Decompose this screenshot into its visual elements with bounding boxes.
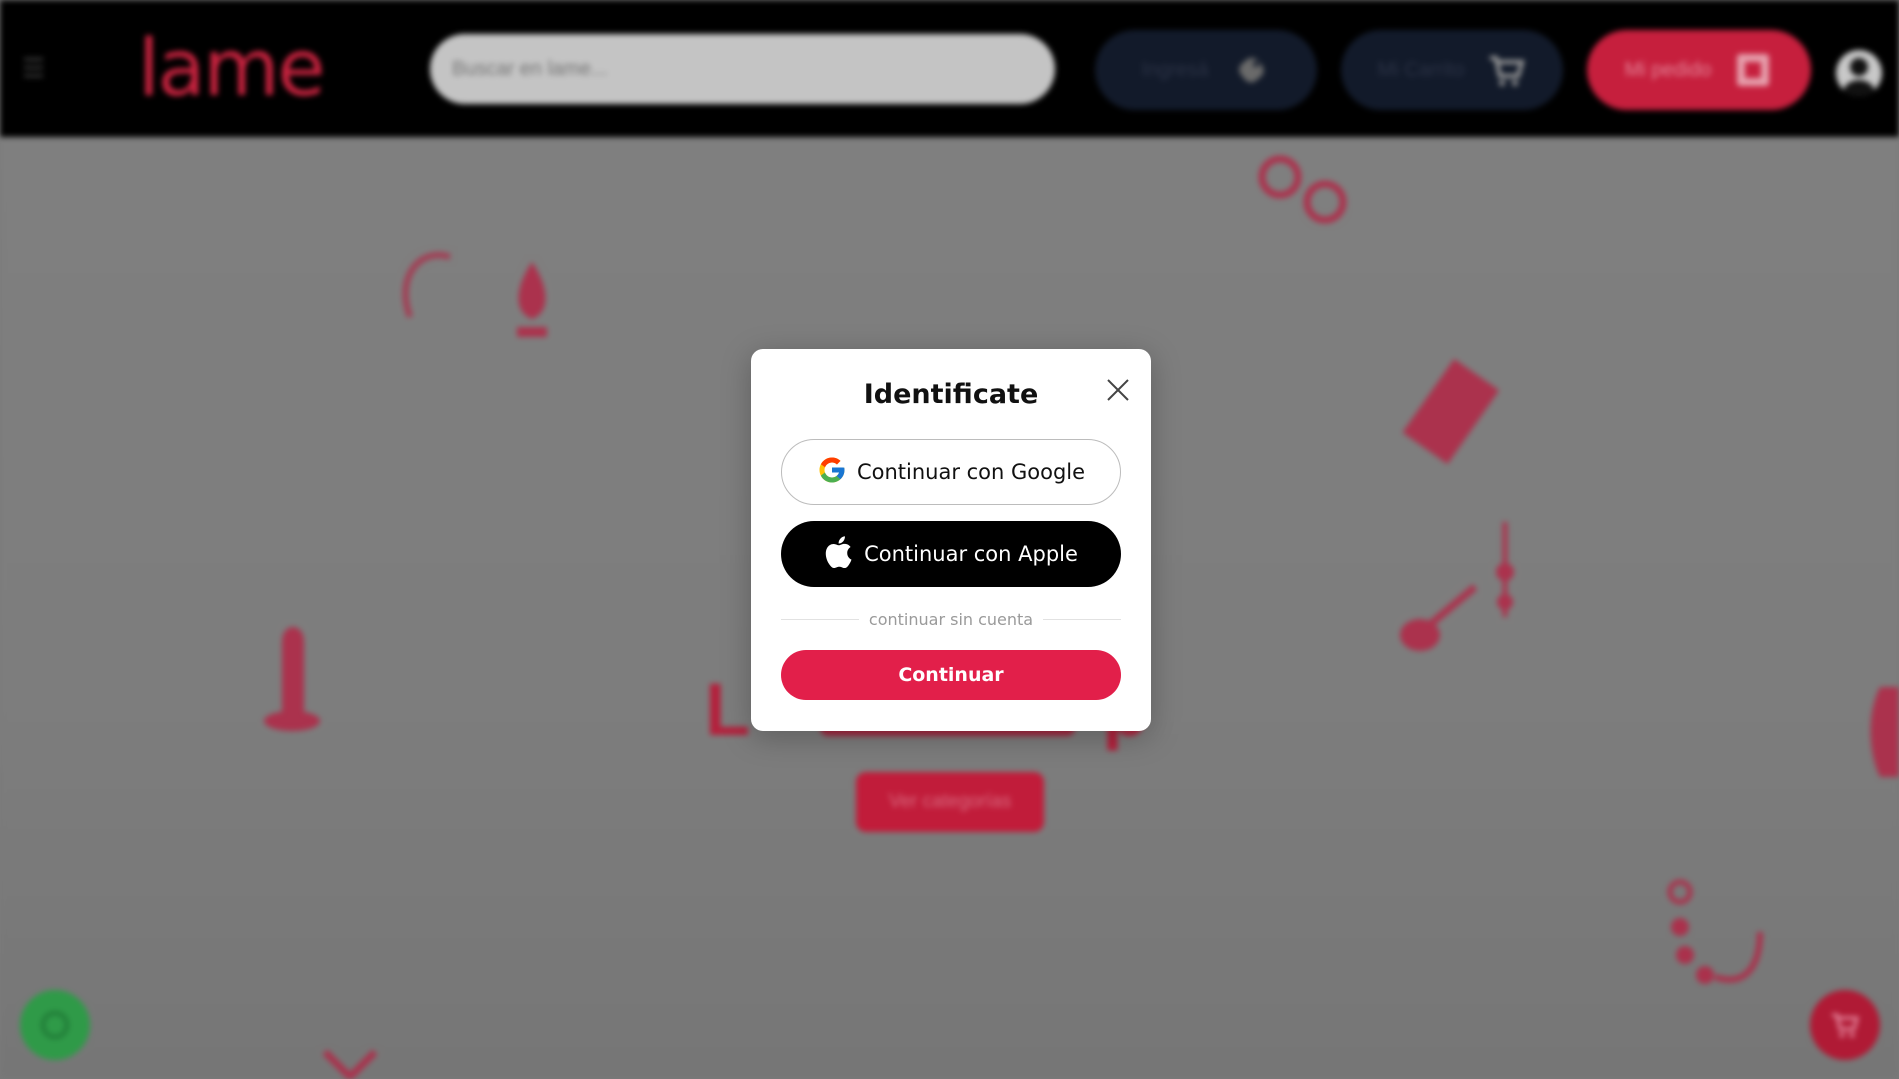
dildo-decoration-icon (264, 627, 320, 731)
plug-decoration-icon (517, 262, 547, 337)
continue-button[interactable]: Continuar (781, 650, 1121, 700)
login-button-label: Ingresá (1141, 58, 1209, 81)
close-icon[interactable] (1103, 375, 1133, 405)
google-icon (817, 455, 847, 490)
apple-login-label: Continuar con Apple (864, 542, 1078, 566)
top-navigation-bar: ☰ lame Ingresá Mi Carrito Mi pedido (0, 0, 1899, 137)
anal-beads-decoration-icon (1667, 879, 1763, 984)
card-decoration-icon (1402, 358, 1500, 465)
login-button[interactable]: Ingresá (1095, 30, 1317, 110)
guest-divider: continuar sin cuenta (781, 609, 1122, 629)
whip-decoration-icon (402, 252, 451, 319)
cart-button[interactable]: Mi Carrito (1341, 30, 1563, 110)
search-input[interactable] (430, 34, 1055, 104)
tag-icon (1230, 50, 1270, 90)
google-login-button[interactable]: Continuar con Google (781, 439, 1121, 505)
beads-decoration-icon (1400, 522, 1514, 651)
brand-logo[interactable]: lame (138, 24, 325, 114)
cart-icon (1486, 50, 1526, 90)
cart-fab-icon[interactable] (1810, 990, 1880, 1060)
cart-button-label: Mi Carrito (1377, 58, 1465, 81)
apple-login-button[interactable]: Continuar con Apple (781, 521, 1121, 587)
whatsapp-icon[interactable] (20, 990, 90, 1060)
login-modal: Identificate Continuar con Google Contin… (751, 349, 1151, 731)
order-icon (1733, 50, 1773, 90)
modal-title: Identificate (863, 379, 1039, 410)
menu-icon[interactable]: ☰ (22, 55, 50, 81)
order-button[interactable]: Mi pedido (1587, 30, 1811, 110)
google-login-label: Continuar con Google (856, 460, 1086, 484)
guest-divider-text: continuar sin cuenta (868, 609, 1034, 629)
edge-decoration-icon (1870, 687, 1899, 777)
order-button-label: Mi pedido (1624, 58, 1712, 81)
categories-button[interactable]: Ver categorías (856, 772, 1044, 832)
hero-title-left: L (705, 668, 753, 751)
bottom-decoration-icon (322, 1049, 378, 1079)
apple-icon (824, 535, 852, 573)
handcuffs-decoration-icon (1258, 155, 1347, 224)
user-icon[interactable] (1836, 50, 1882, 96)
